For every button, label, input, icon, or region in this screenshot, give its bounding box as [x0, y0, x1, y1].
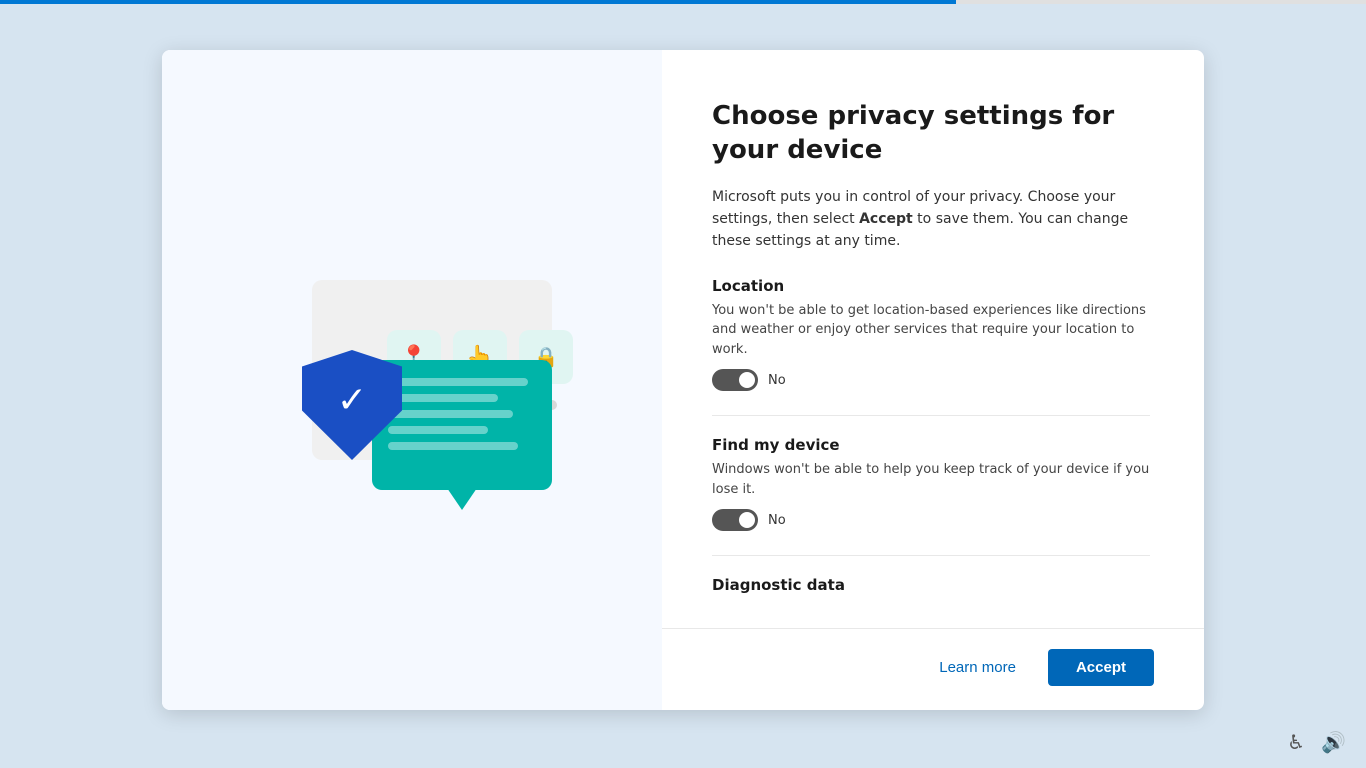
find-my-device-toggle[interactable]: [712, 509, 758, 531]
accessibility-icon[interactable]: ♿: [1287, 730, 1305, 754]
location-toggle-label: No: [768, 373, 786, 388]
find-my-device-title: Find my device: [712, 436, 1150, 454]
progress-bar: [0, 0, 1366, 4]
illustration-panel: 📍 👆 🔒: [162, 50, 662, 710]
location-setting: Location You won't be able to get locati…: [712, 277, 1150, 392]
divider-2: [712, 555, 1150, 556]
bottom-bar: Learn more Accept: [662, 628, 1204, 710]
privacy-dialog: 📍 👆 🔒: [162, 50, 1204, 710]
settings-scroll[interactable]: Location You won't be able to get locati…: [712, 277, 1154, 598]
shield-icon: ✓: [302, 350, 402, 460]
right-panel: Choose privacy settings for your device …: [662, 50, 1204, 618]
find-my-device-toggle-row: No: [712, 509, 1150, 531]
shield-checkmark: ✓: [337, 380, 367, 421]
find-my-device-setting: Find my device Windows won't be able to …: [712, 436, 1150, 531]
volume-icon[interactable]: 🔊: [1321, 730, 1346, 754]
diagnostic-data-setting: Diagnostic data Send only info about you…: [712, 576, 1150, 598]
illustration: 📍 👆 🔒: [252, 240, 572, 520]
diagnostic-data-title: Diagnostic data: [712, 576, 1150, 594]
location-toggle[interactable]: [712, 369, 758, 391]
intro-bold: Accept: [859, 211, 913, 227]
find-my-device-desc: Windows won't be able to help you keep t…: [712, 460, 1150, 499]
location-desc: You won't be able to get location-based …: [712, 301, 1150, 360]
taskbar-icons: ♿ 🔊: [1287, 730, 1346, 754]
location-title: Location: [712, 277, 1150, 295]
location-toggle-row: No: [712, 369, 1150, 391]
divider-1: [712, 415, 1150, 416]
accept-button[interactable]: Accept: [1048, 649, 1154, 686]
page-title: Choose privacy settings for your device: [712, 100, 1154, 168]
right-content: Choose privacy settings for your device …: [662, 50, 1204, 710]
find-my-device-toggle-label: No: [768, 513, 786, 528]
learn-more-button[interactable]: Learn more: [923, 649, 1032, 686]
intro-text: Microsoft puts you in control of your pr…: [712, 186, 1154, 253]
